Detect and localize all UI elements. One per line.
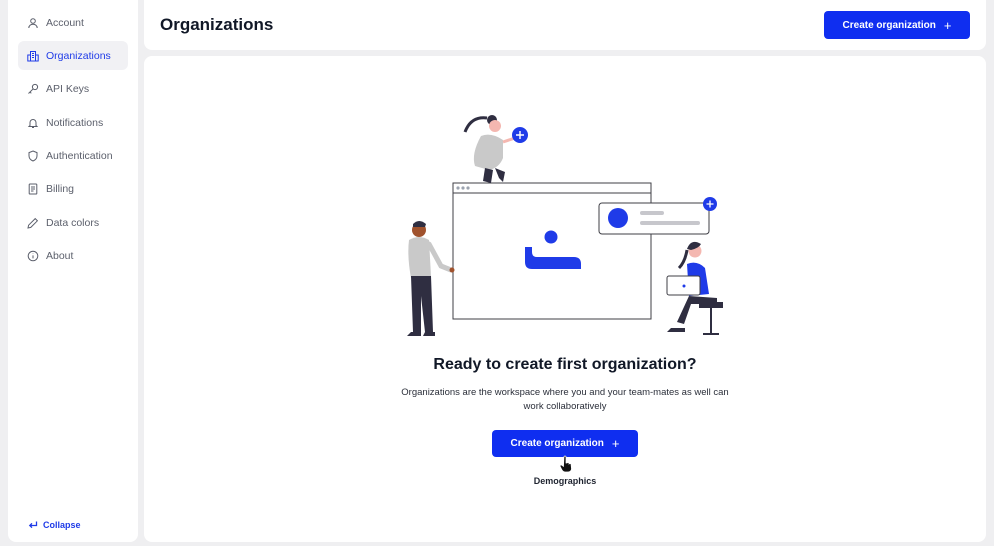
shield-icon — [27, 150, 39, 162]
sidebar: Account Organizations API Keys Notificat… — [8, 0, 138, 542]
pen-icon — [27, 217, 39, 229]
sidebar-item-label: API Keys — [46, 83, 90, 96]
empty-state-description: Organizations are the workspace where yo… — [401, 387, 729, 412]
return-arrow-icon — [28, 521, 38, 529]
sidebar-nav: Account Organizations API Keys Notificat… — [8, 0, 138, 271]
sidebar-item-notifications[interactable]: Notifications — [18, 108, 128, 137]
sidebar-item-label: Organizations — [46, 49, 111, 62]
sidebar-item-label: Authentication — [46, 150, 113, 163]
sidebar-item-billing[interactable]: Billing — [18, 175, 128, 204]
document-icon — [27, 183, 39, 195]
sidebar-item-label: Account — [46, 16, 84, 29]
cursor-tooltip: Demographics — [533, 476, 597, 486]
sidebar-item-about[interactable]: About — [18, 242, 128, 271]
main-panel: Ready to create first organization? Orga… — [144, 56, 986, 542]
collapse-label: Collapse — [43, 520, 81, 530]
empty-state-illustration — [407, 115, 723, 336]
create-organization-button[interactable]: Create organization + — [824, 11, 970, 39]
info-icon — [27, 250, 39, 262]
sidebar-item-data-colors[interactable]: Data colors — [18, 208, 128, 237]
button-label: Create organization — [510, 438, 604, 449]
sidebar-item-organizations[interactable]: Organizations — [18, 41, 128, 71]
sidebar-item-label: Notifications — [46, 116, 104, 129]
page-header: Organizations Create organization + — [144, 0, 986, 50]
sidebar-item-label: Billing — [46, 183, 75, 196]
button-label: Create organization — [842, 19, 936, 31]
hand-pointer-icon — [559, 455, 572, 473]
plus-icon: + — [611, 436, 620, 451]
sidebar-item-api-keys[interactable]: API Keys — [18, 75, 128, 104]
collapse-button[interactable]: Collapse — [28, 520, 81, 530]
key-icon — [27, 83, 39, 95]
sidebar-item-label: Data colors — [46, 216, 100, 229]
create-organization-cta-button[interactable]: Create organization + — [492, 430, 638, 457]
building-icon — [27, 50, 39, 62]
user-icon — [27, 17, 39, 29]
sidebar-item-account[interactable]: Account — [18, 8, 128, 37]
page-title: Organizations — [160, 15, 274, 34]
bell-icon — [27, 117, 39, 129]
sidebar-item-authentication[interactable]: Authentication — [18, 142, 128, 171]
sidebar-item-label: About — [46, 250, 74, 263]
plus-icon: + — [943, 17, 952, 33]
empty-state-title: Ready to create first organization? — [433, 356, 697, 373]
